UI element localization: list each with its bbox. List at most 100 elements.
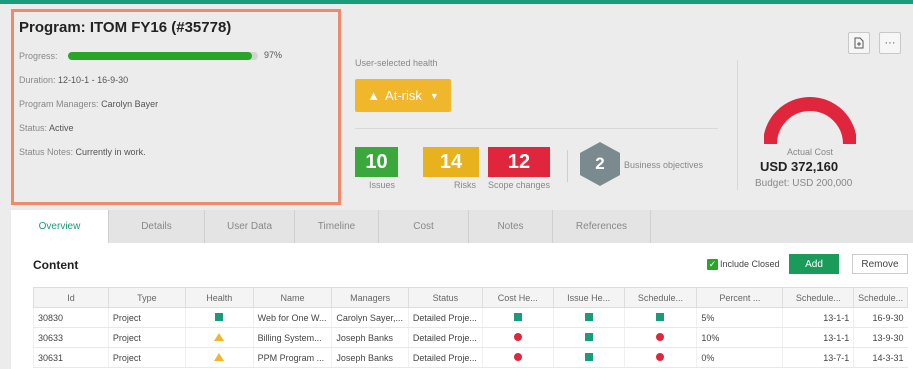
export-icon xyxy=(854,37,864,49)
column-header[interactable]: Type xyxy=(107,287,186,308)
tab-user-data[interactable]: User Data xyxy=(205,210,295,243)
column-header[interactable]: Name xyxy=(252,287,333,308)
health-dropdown[interactable]: ▲ At-risk ▼ xyxy=(355,79,451,112)
risks-count-button[interactable]: 14 xyxy=(423,147,479,177)
row-percent: 0% xyxy=(696,347,783,368)
managers-row: Program Managers: Carolyn Bayer xyxy=(19,99,158,109)
issues-label: Issues xyxy=(369,180,396,190)
row-schedule-end: 13-9-30 xyxy=(853,327,908,348)
green-square-icon xyxy=(584,312,593,321)
column-header[interactable]: Schedule... xyxy=(853,287,908,308)
green-square-icon xyxy=(215,312,224,321)
row-name-link[interactable]: Billing System... xyxy=(252,327,332,348)
include-closed-label: Include Closed xyxy=(720,259,780,269)
column-header[interactable]: Id xyxy=(33,287,109,308)
cost-gauge-arc xyxy=(764,97,856,145)
row-id-link[interactable]: 30830 xyxy=(33,307,109,328)
column-header[interactable]: Issue He... xyxy=(552,287,625,308)
row-type: Project xyxy=(107,327,186,348)
health-indicator xyxy=(184,307,254,328)
health-indicator xyxy=(184,347,254,368)
row-schedule-start: 13-1-1 xyxy=(782,327,854,348)
row-status: Detailed Proje... xyxy=(407,307,483,328)
column-header[interactable]: Schedule... xyxy=(782,287,855,308)
row-status: Detailed Proje... xyxy=(407,347,483,368)
row-managers: Carolyn Sayer,... xyxy=(331,307,409,328)
column-header[interactable]: Percent ... xyxy=(696,287,784,308)
row-schedule-start: 13-1-1 xyxy=(782,307,854,328)
tab-references[interactable]: References xyxy=(553,210,651,243)
table-header-row: Id Type Health Name Managers Status Cost… xyxy=(33,287,908,308)
tab-bar: Overview Details User Data Timeline Cost… xyxy=(11,210,651,243)
tab-timeline[interactable]: Timeline xyxy=(295,210,379,243)
tab-details[interactable]: Details xyxy=(109,210,205,243)
row-schedule-start: 13-7-1 xyxy=(782,347,854,368)
progress-bar xyxy=(68,52,258,60)
tabs-filler xyxy=(651,210,913,243)
row-managers: Joseph Banks xyxy=(331,327,409,348)
issues-count-button[interactable]: 10 xyxy=(355,147,398,177)
red-dot-icon xyxy=(513,352,522,361)
table-row[interactable]: 30830 Project Web for One W... Carolyn S… xyxy=(33,307,908,328)
warning-icon: ▲ xyxy=(367,88,381,103)
duration-label: Duration: xyxy=(19,75,56,85)
row-type: Project xyxy=(107,307,186,328)
row-name-link[interactable]: Web for One W... xyxy=(252,307,332,328)
duration-value: 12-10-1 - 16-9-30 xyxy=(58,75,129,85)
progress-percent: 97% xyxy=(264,50,283,60)
issue-health-indicator xyxy=(552,307,624,328)
schedule-health-indicator xyxy=(623,327,697,348)
row-id-link[interactable]: 30633 xyxy=(33,327,109,348)
green-square-icon xyxy=(656,312,665,321)
issue-health-indicator xyxy=(552,327,624,348)
table-row[interactable]: 30633 Project Billing System... Joseph B… xyxy=(33,327,908,348)
tab-cost[interactable]: Cost xyxy=(379,210,469,243)
progress-row: Progress: xyxy=(19,51,58,61)
tab-notes[interactable]: Notes xyxy=(469,210,553,243)
table-row[interactable]: 30631 Project PPM Program ... Joseph Ban… xyxy=(33,347,908,368)
green-square-icon xyxy=(513,312,522,321)
schedule-health-indicator xyxy=(623,347,697,368)
row-id-link[interactable]: 30631 xyxy=(33,347,109,368)
divider xyxy=(737,60,738,190)
row-percent: 5% xyxy=(696,307,783,328)
user-health-label: User-selected health xyxy=(355,58,438,68)
more-options-button[interactable]: ··· xyxy=(879,32,901,54)
issue-health-indicator xyxy=(552,347,624,368)
progress-label: Progress: xyxy=(19,51,58,61)
column-header[interactable]: Status xyxy=(407,287,483,308)
cost-gauge xyxy=(764,97,856,145)
export-button[interactable] xyxy=(848,32,870,54)
column-header[interactable]: Cost He... xyxy=(481,287,554,308)
green-square-icon xyxy=(584,332,593,341)
scope-changes-count-button[interactable]: 12 xyxy=(488,147,550,177)
content-table: Id Type Health Name Managers Status Cost… xyxy=(33,287,908,368)
row-percent: 10% xyxy=(696,327,783,348)
column-header[interactable]: Health xyxy=(184,287,254,308)
business-objectives-label: Business objectives xyxy=(624,160,704,170)
red-dot-icon xyxy=(656,352,665,361)
row-schedule-end: 16-9-30 xyxy=(853,307,908,328)
red-dot-icon xyxy=(656,332,665,341)
schedule-health-indicator xyxy=(623,307,697,328)
actual-cost-value: USD 372,160 xyxy=(760,159,839,174)
divider xyxy=(355,128,718,129)
status-label: Status: xyxy=(19,123,48,133)
column-header[interactable]: Schedule... xyxy=(623,287,698,308)
row-type: Project xyxy=(107,347,186,368)
managers-value: Carolyn Bayer xyxy=(101,99,159,109)
duration-row: Duration: 12-10-1 - 16-9-30 xyxy=(19,75,128,85)
column-header[interactable]: Managers xyxy=(331,287,409,308)
status-value: Active xyxy=(49,123,74,133)
row-managers: Joseph Banks xyxy=(331,347,409,368)
tab-overview[interactable]: Overview xyxy=(11,210,109,243)
status-notes-row: Status Notes: Currently in work. xyxy=(19,147,146,157)
remove-button[interactable]: Remove xyxy=(852,254,908,274)
include-closed-checkbox[interactable]: ✓ xyxy=(707,259,718,270)
warning-triangle-icon xyxy=(214,352,225,361)
row-name-link[interactable]: PPM Program ... xyxy=(252,347,332,368)
progress-bar-fill xyxy=(68,52,253,60)
add-button[interactable]: Add xyxy=(789,254,839,274)
program-title: Program: ITOM FY16 (#35778) xyxy=(19,19,232,36)
row-schedule-end: 14-3-31 xyxy=(853,347,908,368)
